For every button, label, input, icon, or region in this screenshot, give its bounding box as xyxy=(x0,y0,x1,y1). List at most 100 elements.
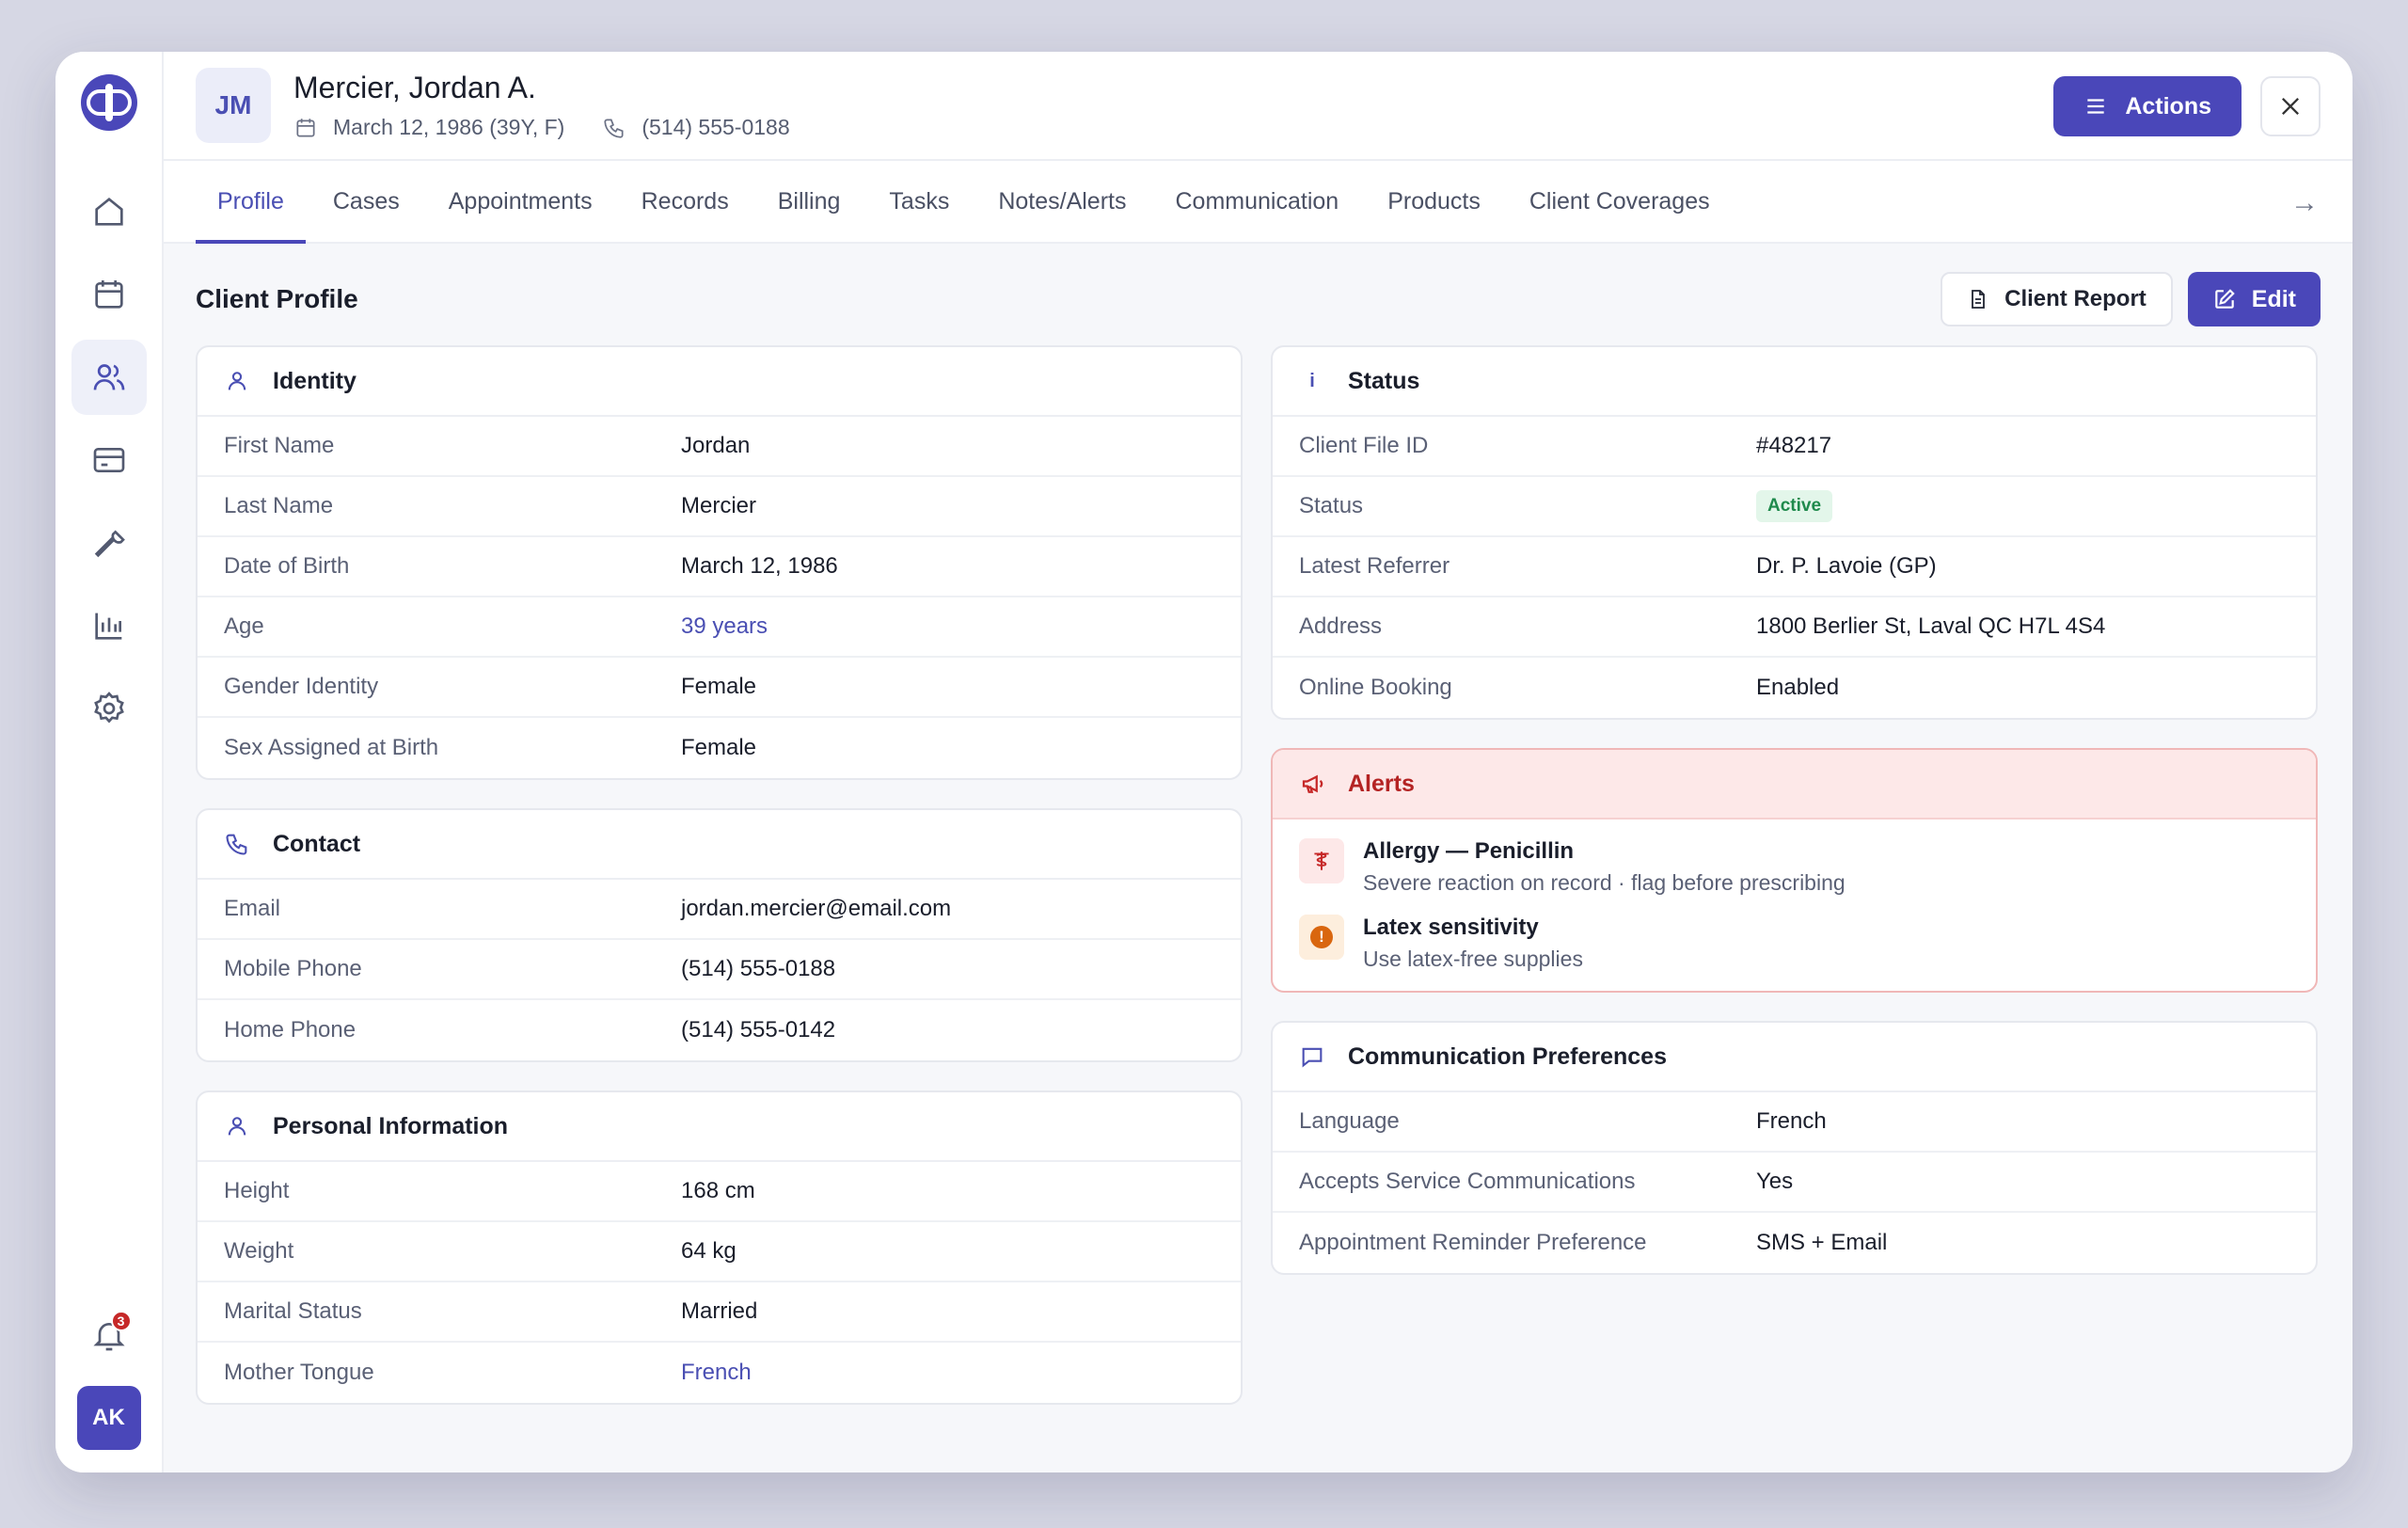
identity-title: Identity xyxy=(273,367,356,394)
table-row: Language French xyxy=(1273,1092,2316,1153)
field-label: Mother Tongue xyxy=(224,1360,374,1385)
table-row: Client File ID #48217 xyxy=(1273,417,2316,477)
field-label: Marital Status xyxy=(224,1298,362,1324)
actions-button[interactable]: Actions xyxy=(2053,76,2242,136)
table-row: Online Booking Enabled xyxy=(1273,658,2316,718)
user-icon xyxy=(228,372,246,390)
tab-client-coverages[interactable]: Client Coverages xyxy=(1508,161,1732,242)
table-row: Home Phone (514) 555-0142 xyxy=(198,1000,1241,1060)
field-label: Address xyxy=(1299,613,1383,639)
status-card: i Status Client File ID #48217 Status Acti… xyxy=(1271,345,2318,720)
edit-label: Edit xyxy=(2251,285,2296,312)
nav-calendar[interactable] xyxy=(71,257,147,332)
alerts-title: Alerts xyxy=(1348,770,1415,797)
user-icon xyxy=(228,1117,246,1136)
field-value: #48217 xyxy=(1756,433,1832,458)
field-label: Home Phone xyxy=(224,1017,356,1043)
field-label: First Name xyxy=(224,433,335,458)
contact-title: Contact xyxy=(273,830,361,857)
chat-icon xyxy=(1302,1047,1323,1068)
nav-tools[interactable] xyxy=(71,505,147,581)
contact-card: Contact Email jordan.mercier@email.com Mo… xyxy=(196,808,1243,1062)
field-value: Married xyxy=(681,1298,758,1324)
personal-info-card: Personal Information Height 168 cm Weight… xyxy=(196,1090,1243,1405)
list-item[interactable]: Allergy — Penicillin Severe reaction on … xyxy=(1273,820,2316,896)
field-value: SMS + Email xyxy=(1756,1230,1888,1255)
field-value: Jordan xyxy=(681,433,751,458)
chart-icon xyxy=(94,613,121,640)
wrench-icon xyxy=(94,530,125,558)
tab-notes-alerts[interactable]: Notes/Alerts xyxy=(976,161,1148,242)
menu-icon xyxy=(2087,99,2104,114)
field-label: Email xyxy=(224,896,281,921)
phone-icon xyxy=(604,118,624,138)
field-label: Last Name xyxy=(224,493,334,518)
tab-communication[interactable]: Communication xyxy=(1154,161,1361,242)
tab-billing[interactable]: Billing xyxy=(756,161,863,242)
field-value: French xyxy=(1756,1108,1827,1134)
table-row: First Name Jordan xyxy=(198,417,1241,477)
list-item[interactable]: ! Latex sensitivity Use latex-free suppl… xyxy=(1273,896,2316,991)
nav-clients[interactable] xyxy=(71,340,147,415)
arrow-right-icon[interactable]: → xyxy=(2290,187,2319,219)
client-dob: March 12, 1986 (39Y, F) xyxy=(333,115,565,139)
notifications-badge: 3 xyxy=(110,1311,132,1331)
field-label: Sex Assigned at Birth xyxy=(224,735,439,760)
table-row: Mobile Phone (514) 555-0188 xyxy=(198,940,1241,1000)
field-label: Gender Identity xyxy=(224,674,379,699)
close-button[interactable] xyxy=(2260,76,2321,136)
comm-title: Communication Preferences xyxy=(1348,1043,1667,1070)
notifications-button[interactable]: 3 xyxy=(81,1307,137,1363)
field-value: 64 kg xyxy=(681,1238,737,1264)
table-row: Weight 64 kg xyxy=(198,1222,1241,1282)
tab-cases[interactable]: Cases xyxy=(311,161,421,242)
field-value: (514) 555-0188 xyxy=(681,956,836,981)
app-logo[interactable] xyxy=(79,72,139,133)
edit-button[interactable]: Edit xyxy=(2187,272,2321,326)
field-label: Language xyxy=(1299,1108,1400,1134)
close-icon xyxy=(2282,98,2299,115)
tab-products[interactable]: Products xyxy=(1366,161,1502,242)
user-avatar[interactable]: AK xyxy=(76,1386,141,1450)
page-title: Client Profile xyxy=(196,284,358,313)
status-title: Status xyxy=(1348,367,1420,394)
field-value: 168 cm xyxy=(681,1178,755,1203)
client-report-button[interactable]: Client Report xyxy=(1941,272,2173,326)
alerts-card: Alerts Allergy — Penicillin Severe react… xyxy=(1271,748,2318,993)
identity-card: Identity First Name Jordan Last Name Merci… xyxy=(196,345,1243,780)
table-row: Age 39 years xyxy=(198,597,1241,658)
tab-records[interactable]: Records xyxy=(620,161,751,242)
alert-title: Latex sensitivity xyxy=(1363,915,1539,940)
app-window: 3 AK JM Mercier, Jordan A. March 12, 198… xyxy=(55,52,2353,1472)
nav-billing[interactable] xyxy=(71,422,147,498)
nav-home[interactable] xyxy=(71,174,147,249)
tab-bar: Profile Cases Appointments Records Billi… xyxy=(164,161,2353,244)
sidebar: 3 AK xyxy=(55,52,164,1472)
field-value: Yes xyxy=(1756,1169,1794,1194)
field-label: Accepts Service Communications xyxy=(1299,1169,1636,1194)
client-phone: (514) 555-0188 xyxy=(642,115,790,139)
table-row: Date of Birth March 12, 1986 xyxy=(198,537,1241,597)
field-value: (514) 555-0142 xyxy=(681,1017,836,1043)
email-value[interactable]: jordan.mercier@email.com xyxy=(681,896,951,922)
tab-tasks[interactable]: Tasks xyxy=(867,161,971,242)
home-icon xyxy=(94,197,123,226)
mother-tongue-value: French xyxy=(681,1360,752,1385)
nav-reports[interactable] xyxy=(71,588,147,663)
field-label: Appointment Reminder Preference xyxy=(1299,1230,1647,1255)
tab-appointments[interactable]: Appointments xyxy=(427,161,614,242)
info-icon: i xyxy=(1309,370,1315,391)
field-label: Latest Referrer xyxy=(1299,553,1450,579)
table-row: Height 168 cm xyxy=(198,1162,1241,1222)
status-badge: Active xyxy=(1756,490,1833,522)
client-name: Mercier, Jordan A. xyxy=(293,71,536,104)
personal-title: Personal Information xyxy=(273,1112,509,1139)
table-row: Mother Tongue French xyxy=(198,1343,1241,1403)
calendar-icon xyxy=(94,280,123,309)
tab-profile[interactable]: Profile xyxy=(196,161,306,244)
field-value: March 12, 1986 xyxy=(681,553,838,579)
profile-content: Client Profile Client Report Edit Identi… xyxy=(164,244,2353,1472)
table-row: Accepts Service Communications Yes xyxy=(1273,1153,2316,1213)
main-area: JM Mercier, Jordan A. March 12, 1986 (39… xyxy=(164,52,2353,1472)
nav-settings[interactable] xyxy=(71,671,147,746)
